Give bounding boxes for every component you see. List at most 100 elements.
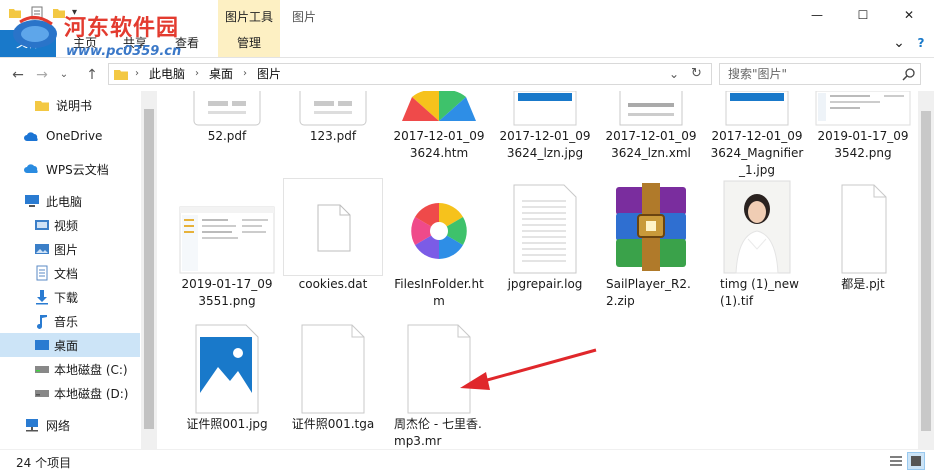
sidebar-item-drive-d[interactable]: 本地磁盘 (D:): [0, 381, 140, 405]
search-box[interactable]: [719, 63, 921, 85]
window-title: 图片: [292, 10, 317, 24]
file-name: 2017-12-01_093624_lzn.xml: [605, 129, 697, 160]
cloud-icon: [24, 164, 38, 173]
file-name: jpgrepair.log: [507, 277, 583, 291]
picture-icon: [35, 244, 49, 254]
close-button[interactable]: ✕: [886, 0, 932, 30]
sidebar-item-videos[interactable]: 视频: [0, 213, 140, 237]
breadcrumb-separator[interactable]: ›: [195, 64, 199, 84]
details-view-icon[interactable]: [888, 453, 904, 469]
sidebar-item-label: 下载: [54, 291, 79, 305]
qat-dropdown-icon[interactable]: ▾: [72, 6, 86, 20]
file-name: 123.pdf: [309, 129, 357, 143]
breadcrumb-this-pc[interactable]: 此电脑: [149, 64, 185, 84]
sidebar-item-this-pc[interactable]: 此电脑: [0, 189, 140, 213]
tab-manage[interactable]: 管理: [218, 30, 280, 57]
address-bar[interactable]: › 此电脑 › 桌面 › 图片 ⌄ ↻: [108, 63, 712, 85]
sidebar-item-manual[interactable]: 说明书: [0, 93, 140, 117]
browser-icon: [402, 91, 476, 121]
breadcrumb-separator[interactable]: ›: [243, 64, 247, 84]
up-button[interactable]: ↑: [82, 65, 102, 85]
breadcrumb-desktop[interactable]: 桌面: [209, 64, 233, 84]
document-icon: [36, 265, 48, 281]
content-scrollbar-thumb[interactable]: [921, 111, 931, 431]
blank-file-icon: [301, 324, 365, 414]
drive-icon: [35, 390, 49, 397]
breadcrumb-separator[interactable]: ›: [135, 64, 139, 84]
sidebar-item-label: 视频: [54, 219, 79, 233]
sidebar-item-wps-cloud[interactable]: WPS云文档: [0, 157, 140, 181]
cloud-icon: [24, 132, 38, 141]
sidebar-item-label: 此电脑: [46, 195, 83, 209]
breadcrumb-pictures[interactable]: 图片: [257, 64, 281, 84]
refresh-button[interactable]: ↻: [691, 64, 702, 84]
sidebar-item-desktop[interactable]: 桌面: [0, 333, 140, 357]
video-icon: [35, 220, 49, 230]
sidebar-item-onedrive[interactable]: OneDrive: [0, 125, 140, 149]
properties-icon[interactable]: [30, 6, 44, 20]
sidebar-scrollbar-thumb[interactable]: [144, 109, 154, 429]
music-icon: [37, 315, 47, 329]
tab-share[interactable]: 共享: [112, 30, 158, 57]
file-name: 2019-01-17_093551.png: [181, 277, 273, 308]
back-button[interactable]: ←: [8, 65, 28, 85]
sidebar-item-music[interactable]: 音乐: [0, 309, 140, 333]
file-name: cookies.dat: [298, 277, 368, 291]
status-bar: 24 个项目: [0, 449, 934, 472]
file-name: 2019-01-17_093542.png: [817, 129, 909, 160]
sidebar-item-label: 本地磁盘 (C:): [54, 363, 128, 377]
computer-icon: [25, 195, 39, 207]
file-name: 周杰伦 - 七里香.mp3.mr: [394, 417, 482, 448]
sidebar-item-pictures[interactable]: 图片: [0, 237, 140, 261]
sidebar-item-documents[interactable]: 文档: [0, 261, 140, 285]
image-icon: [725, 91, 789, 126]
file-name: 证件照001.jpg: [186, 417, 268, 431]
folder-icon: [35, 101, 49, 111]
screenshot-icon: [179, 206, 275, 274]
address-dropdown-button[interactable]: ⌄: [669, 64, 679, 84]
maximize-button[interactable]: ☐: [840, 0, 886, 30]
collapse-ribbon-button[interactable]: ⌄: [890, 30, 908, 57]
help-button[interactable]: ?: [912, 30, 930, 57]
blank-file-icon: [283, 178, 383, 276]
sidebar-item-downloads[interactable]: 下载: [0, 285, 140, 309]
sidebar-item-label: 说明书: [56, 99, 93, 113]
file-name: timg (1)_new(1).tif: [720, 277, 799, 308]
sidebar-item-label: OneDrive: [46, 129, 103, 143]
browser-icon: [411, 203, 467, 259]
large-icons-view-icon[interactable]: [907, 452, 925, 470]
picture-tools-label: 图片工具: [224, 10, 273, 24]
folder-icon: [9, 9, 21, 18]
new-folder-icon[interactable]: [52, 6, 66, 20]
text-file-icon: [513, 184, 577, 274]
address-row: ← → ⌄ ↑ › 此电脑 › 桌面 › 图片 ⌄ ↻: [0, 59, 934, 91]
file-name: FilesInFolder.htm: [394, 277, 484, 308]
ribbon-tabs: 文件 主页 共享 查看 管理 ⌄ ?: [0, 30, 934, 58]
sidebar-item-label: 本地磁盘 (D:): [54, 387, 129, 401]
photo-icon: [723, 180, 791, 274]
sidebar-item-drive-c[interactable]: 本地磁盘 (C:): [0, 357, 140, 381]
file-name: 52.pdf: [207, 129, 247, 143]
minimize-button[interactable]: —: [794, 0, 840, 30]
search-icon[interactable]: [902, 67, 916, 81]
xml-icon: [619, 91, 683, 126]
recent-locations-button[interactable]: ⌄: [54, 65, 74, 85]
sidebar-item-network[interactable]: 网络: [0, 413, 140, 437]
content-scrollbar[interactable]: [918, 91, 934, 449]
file-name: 2017-12-01_093624.htm: [393, 129, 485, 160]
file-list: 52.pdf 123.pdf 2017-12-01_093624.htm 201…: [158, 91, 918, 449]
pdf-icon: [193, 91, 261, 126]
file-name: 证件照001.tga: [291, 417, 375, 431]
screenshot-icon: [815, 91, 911, 126]
winrar-icon: [616, 183, 686, 271]
tab-home[interactable]: 主页: [62, 30, 108, 57]
image-icon: [513, 91, 577, 126]
forward-button[interactable]: →: [32, 65, 52, 85]
file-name: 2017-12-01_093624_lzn.jpg: [499, 129, 591, 160]
tab-view[interactable]: 查看: [164, 30, 210, 57]
sidebar-scrollbar[interactable]: [141, 91, 157, 449]
search-input[interactable]: [720, 64, 900, 84]
photos-app-icon: [195, 324, 259, 414]
tab-file[interactable]: 文件: [0, 30, 56, 57]
sidebar-item-label: 图片: [54, 243, 79, 257]
